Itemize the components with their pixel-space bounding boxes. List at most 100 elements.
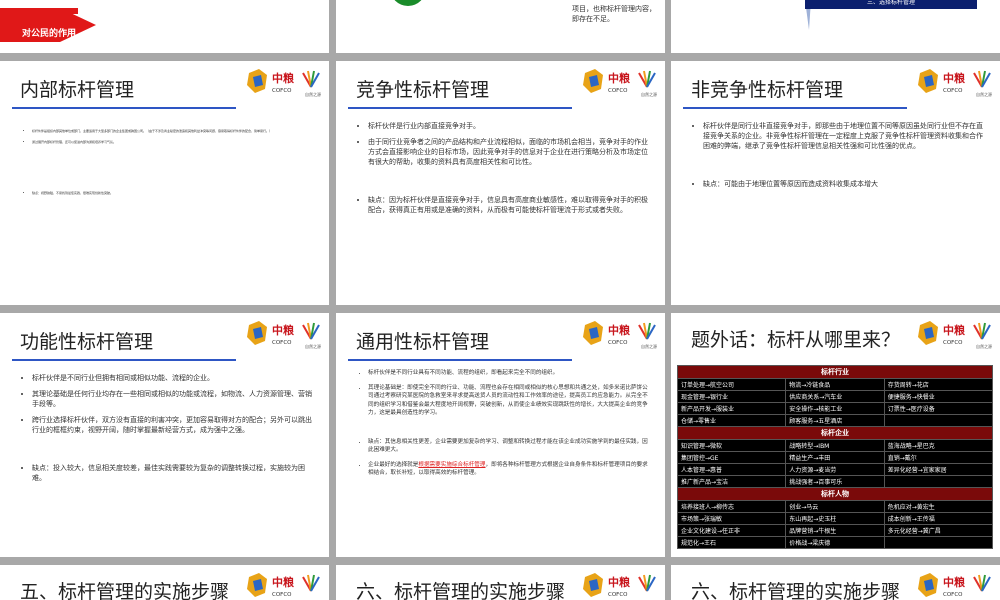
svg-text:自然之源: 自然之源 [641, 343, 657, 349]
table-cell: 订票性→医疗设备 [883, 402, 994, 415]
green-circle-graphic [394, 0, 422, 6]
svg-text:中粮: 中粮 [272, 575, 294, 589]
table-cell: 便捷服务→快餐业 [883, 390, 994, 403]
slide-internal-benchmarking: 内部标杆管理 中粮 COFCO 自然之源 标杆伙伴是组织内部其他单位或部门，主要… [0, 61, 329, 305]
bullet: 标杆伙伴是同行业非直接竞争对手，即那些由于地理位置不同等原因虽处同行业但不存在直… [703, 121, 986, 151]
slide-title: 题外话：标杆从哪里来？ [691, 329, 901, 351]
table-cell: 订单处理→航空公司 [676, 378, 787, 391]
table-cell: 企业文化建设→任正非 [676, 524, 787, 537]
table-cell: 顾客服务→五星酒店 [785, 414, 885, 427]
table-cell: 供应商关系→汽车业 [785, 390, 885, 403]
middle-snippet: 项目，也称标杆管理内容，即存在不足。 [572, 5, 656, 23]
svg-text:中粮: 中粮 [272, 71, 294, 85]
table-cell: 成本创新→王传福 [883, 512, 994, 525]
table-row: 新产品开发→服装业 安全操作→核能工业 订票性→医疗设备 [676, 402, 994, 415]
svg-text:自然之源: 自然之源 [976, 343, 992, 349]
table-cell: 挑战强者→百事可乐 [785, 475, 885, 488]
table-section-header: 标杆企业 [677, 426, 993, 440]
slide-title: 功能性标杆管理 [20, 331, 154, 353]
svg-text:COFCO: COFCO [943, 88, 963, 94]
table-row: 订单处理→航空公司 物流→冷链食品 存货周转→花店 [676, 378, 994, 391]
slide-implementation-steps-5: 五、标杆管理的实施步骤 中粮 COFCO [0, 565, 329, 600]
svg-text:COFCO: COFCO [608, 340, 628, 346]
svg-text:COFCO: COFCO [943, 592, 963, 598]
bullet: 缺点：其信息相关性更差，企业需要更加复杂的学习、调整和转换过程才能在该企业成功实… [368, 438, 651, 455]
partial-slide-top-middle: 项目，也称标杆管理内容，即存在不足。 [336, 0, 665, 53]
table-cell [883, 536, 994, 549]
bullet: 缺点：可能由于地理位置等原因而造成资料收集成本增大 [703, 179, 986, 189]
table-cell: 直销→戴尔 [883, 451, 994, 464]
cofco-logo: 中粮 COFCO 自然之源 [918, 321, 992, 349]
table-cell: 规范化→王石 [676, 536, 787, 549]
bullet: 标杆伙伴是不同行业但拥有相同或相似功能、流程的企业。 [32, 373, 315, 383]
bullet: 标杆伙伴是行业内部直接竞争对手。 [368, 121, 651, 131]
slide-title: 六、标杆管理的实施步骤 [691, 581, 901, 600]
table-row: 现金管理→银行业 供应商关系→汽车业 便捷服务→快餐业 [676, 390, 994, 403]
bullet: 标杆伙伴是组织内部其他单位或部门，主要适用于大型多部门的企业集团或跨国公司。（由… [32, 129, 315, 134]
svg-text:自然之源: 自然之源 [305, 343, 321, 349]
svg-text:中粮: 中粮 [608, 575, 630, 589]
svg-text:自然之源: 自然之源 [976, 91, 992, 97]
svg-text:COFCO: COFCO [943, 340, 963, 346]
slide-implementation-steps-6a: 六、标杆管理的实施步骤 中粮 COFCO [336, 565, 665, 600]
slide-benchmark-sources: 题外话：标杆从哪里来？ 中粮 COFCO 自然之源 标杆行业 订单处理→航空公司物… [671, 313, 1000, 557]
title-underline [12, 107, 236, 109]
title-underline [348, 359, 572, 361]
table-row: 市场策→张瑞敏 东山再起→史玉柱 成本创新→王传福 [676, 512, 994, 525]
svg-text:COFCO: COFCO [608, 592, 628, 598]
slide-title: 竞争性标杆管理 [356, 79, 490, 101]
table-cell: 东山再起→史玉柱 [785, 512, 885, 525]
table-cell: 精益生产→丰田 [785, 451, 885, 464]
table-section-header: 标杆人物 [677, 487, 993, 501]
partial-slide-top-right: 三、选择标杆管理 [671, 0, 1000, 53]
table-cell: 市场策→张瑞敏 [676, 512, 787, 525]
svg-text:自然之源: 自然之源 [641, 91, 657, 97]
bullet: 缺点：视野狭隘，不易找到最佳实践，很难实现创新性突破。 [32, 191, 315, 196]
table-section-header: 标杆行业 [677, 365, 993, 379]
table-cell [883, 475, 994, 488]
bullet: 企业最好的选择就是根据需要实施综合标杆管理，即将各种标杆管理方式根据企业自身条件… [368, 461, 651, 478]
bullet: 通过展开内部标杆管理，还可以促进内部沟通和培养学习气氛。 [32, 140, 315, 145]
table-row: 仓储→零售业 顾客服务→五星酒店 [676, 414, 994, 427]
blue-title-box: 三、选择标杆管理 [805, 0, 977, 9]
svg-text:中粮: 中粮 [943, 575, 965, 589]
table-cell: 安全操作→核能工业 [785, 402, 885, 415]
table-cell: 差异化经营→宜家家居 [883, 463, 994, 476]
bullet: 缺点：投入较大，信息相关度较差，最佳实践需要较为复杂的调整转换过程，实施较为困难… [32, 463, 315, 483]
bullet: 跨行业选择标杆伙伴，双方没有直接的利害冲突，更加容易取得对方的配合；另外可以跳出… [32, 415, 315, 435]
table-cell: 创业→马云 [785, 500, 885, 513]
slide-body: 标杆伙伴是组织内部其他单位或部门，主要适用于大型多部门的企业集团或跨国公司。（由… [18, 129, 315, 202]
bullet: 标杆伙伴是不同行业具有不同功能、流程的组织，即看起来完全不同的组织。 [368, 369, 651, 378]
bullet: 其理论基础是任何行业均存在一些相同或相似的功能或流程，如物流、人力资源管理、营销… [32, 389, 315, 409]
slide-body: 标杆伙伴是不同行业具有不同功能、流程的组织，即看起来完全不同的组织。其理论基础是… [354, 369, 651, 484]
table-row: 培养接班人→柳传志 创业→马云 危机应对→黄宏生 [676, 500, 994, 513]
table-cell: 现金管理→银行业 [676, 390, 787, 403]
slide-title: 五、标杆管理的实施步骤 [20, 581, 230, 600]
cofco-logo: 中粮 COFCO [583, 573, 656, 598]
slide-title: 内部标杆管理 [20, 79, 135, 101]
slide-implementation-steps-6b: 六、标杆管理的实施步骤 中粮 COFCO [671, 565, 1000, 600]
table-cell: 集团管控→GE [676, 451, 787, 464]
svg-text:中粮: 中粮 [943, 71, 965, 85]
table-row: 人本管理→惠普 人力资源→麦当劳 差异化经营→宜家家居 [676, 463, 994, 476]
benchmark-table: 标杆行业 订单处理→航空公司 物流→冷链食品 存货周转→花店 现金管理→银行业 供应商关系… [676, 365, 994, 549]
cofco-logo: 中粮 COFCO 自然之源 [247, 321, 321, 349]
table-cell: 培养接班人→柳传志 [676, 500, 787, 513]
table-cell: 仓储→零售业 [676, 414, 787, 427]
arrow-caption: 对公民的作用 [22, 29, 77, 39]
bullet: 其理论基础是：即使完全不同的行业、功能、流程也会存在相同或相似的核心思想和共通之… [368, 384, 651, 418]
table-row: 企业文化建设→任正非 品牌营销→牛根生 多元化经营→冀广昌 [676, 524, 994, 537]
table-cell: 存货周转→花店 [883, 378, 994, 391]
slide-competitive-benchmarking: 竞争性标杆管理 中粮 COFCO 自然之源 标杆伙伴是行业内部直接竞争对手。由于… [336, 61, 665, 305]
title-underline [12, 359, 236, 361]
slide-title: 通用性标杆管理 [356, 331, 490, 353]
svg-text:COFCO: COFCO [608, 88, 628, 94]
comprehensive-benchmark-link[interactable]: 根据需要实施综合标杆管理 [418, 462, 485, 468]
table-row: 集团管控→GE 精益生产→丰田 直销→戴尔 [676, 451, 994, 464]
table-cell: 危机应对→黄宏生 [883, 500, 994, 513]
title-underline [683, 107, 907, 109]
table-cell: 战略转型→IBM [785, 439, 885, 452]
svg-text:自然之源: 自然之源 [305, 91, 321, 97]
table-cell: 多元化经营→冀广昌 [883, 524, 994, 537]
title-underline [348, 107, 572, 109]
